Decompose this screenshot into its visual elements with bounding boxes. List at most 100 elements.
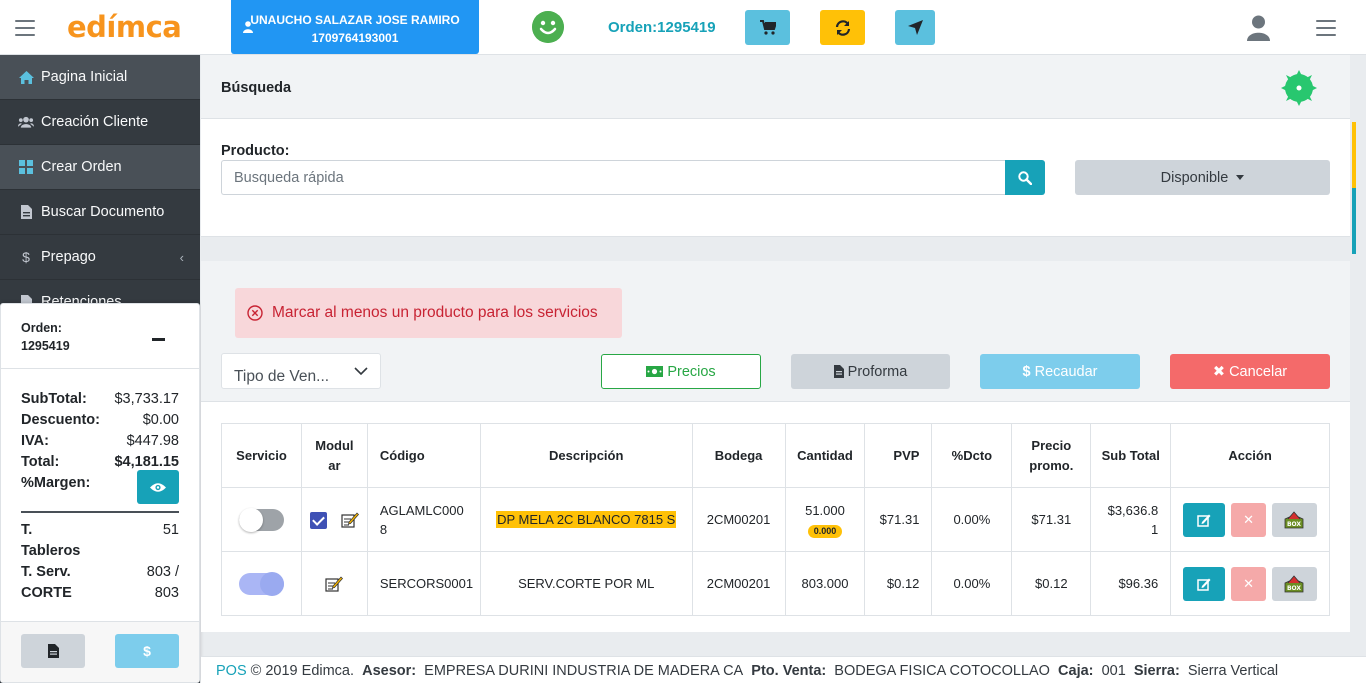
delete-button[interactable]: ✕	[1231, 566, 1267, 601]
collapse-minus-icon[interactable]	[152, 338, 165, 341]
dollar-icon: $	[1022, 363, 1031, 380]
footer: POS © 2019 Edimca. Asesor: EMPRESA DURIN…	[201, 656, 1366, 683]
codigo-cell: SERCORS0001	[366, 551, 481, 616]
options-menu-icon[interactable]	[1316, 20, 1336, 36]
user-badge[interactable]: UNAUCHO SALAZAR JOSE RAMIRO 170976419300…	[231, 0, 479, 54]
pay-button[interactable]: $	[115, 634, 179, 668]
tipo-venta-select[interactable]: Tipo de Ven...	[221, 353, 381, 389]
pos-link[interactable]: POS	[216, 663, 247, 679]
sidebar-item-buscar-documento[interactable]: Buscar Documento	[0, 190, 200, 235]
col-cantidad: Cantidad	[784, 423, 866, 488]
copyright: © 2019 Edimca.	[246, 663, 355, 679]
order-items-card: Marcar al menos un producto para los ser…	[201, 261, 1350, 632]
precios-button[interactable]: Precios	[601, 354, 761, 389]
top-navbar: edímca UNAUCHO SALAZAR JOSE RAMIRO 17097…	[0, 0, 1366, 55]
service-alert: Marcar al menos un producto para los ser…	[235, 288, 622, 338]
disponible-dropdown[interactable]: Disponible	[1075, 160, 1330, 195]
edit-note-icon[interactable]	[341, 511, 359, 529]
sync-button[interactable]	[820, 10, 865, 45]
send-location-button[interactable]	[895, 10, 935, 45]
col-codigo: Código	[366, 423, 481, 488]
sidebar-item-creacion-cliente[interactable]: Creación Cliente	[0, 100, 200, 145]
servicio-toggle[interactable]	[238, 571, 284, 596]
users-icon	[18, 114, 34, 130]
sidebar-item-label: Creación Cliente	[41, 114, 149, 130]
accion-cell: ✕ BOX	[1170, 487, 1330, 552]
caja-value: 001	[1101, 663, 1126, 679]
box-button[interactable]: BOX	[1271, 502, 1317, 537]
cart-button[interactable]	[745, 10, 790, 45]
recaudar-button[interactable]: $ Recaudar	[980, 354, 1140, 389]
sidebar-item-pagina-inicial[interactable]: Pagina Inicial	[0, 55, 200, 100]
saw-blade-icon	[1281, 70, 1317, 106]
pvp-cell: $0.12	[864, 551, 933, 616]
pvp-cell: $71.31	[864, 487, 933, 552]
sierra-value: Sierra Vertical	[1187, 663, 1279, 679]
search-button[interactable]	[1005, 160, 1045, 195]
dollar-icon: $	[143, 643, 151, 659]
user-avatar-icon[interactable]	[1247, 15, 1270, 41]
promo-cell: $71.31	[1011, 487, 1092, 552]
edit-button[interactable]	[1183, 566, 1226, 601]
producto-label: Producto:	[221, 143, 290, 159]
user-id: 1709764193001	[311, 31, 399, 45]
modular-checkbox[interactable]	[310, 511, 328, 529]
search-title: Búsqueda	[221, 80, 292, 96]
order-summary-header: Orden: 1295419	[1, 304, 199, 369]
box-icon: BOX	[1284, 574, 1304, 592]
sidebar-item-prepago[interactable]: $ Prepago ‹	[0, 235, 200, 280]
recaudar-label: Recaudar	[1034, 363, 1098, 380]
sidebar-item-crear-orden[interactable]: Crear Orden	[0, 145, 200, 190]
cancelar-button[interactable]: ✖ Cancelar	[1170, 354, 1330, 389]
product-search-input[interactable]	[221, 160, 1006, 195]
subtotal-cell: $3,636.8 1	[1090, 487, 1172, 552]
menu-toggle-icon[interactable]	[15, 20, 35, 36]
edit-icon	[1197, 514, 1211, 527]
orden-link[interactable]: Orden:1295419	[608, 19, 716, 36]
caja-label: Caja:	[1058, 663, 1094, 679]
edit-icon	[1197, 578, 1211, 591]
orden-label: Orden:	[21, 321, 62, 335]
delete-button[interactable]: ✕	[1231, 502, 1267, 537]
col-bodega: Bodega	[691, 423, 786, 488]
eye-icon	[150, 482, 166, 492]
asesor-label: Asesor:	[362, 663, 417, 679]
divider	[21, 511, 179, 513]
cancelar-label: Cancelar	[1229, 363, 1288, 380]
table-header-row: Servicio Modul ar Código Descripción Bode…	[221, 423, 1330, 488]
sidebar-item-label: Pagina Inicial	[41, 69, 128, 85]
document-button[interactable]	[21, 634, 85, 668]
money-icon	[646, 366, 664, 377]
subtotal-cell: $96.36	[1090, 551, 1172, 616]
sidebar-item-label: Buscar Documento	[41, 204, 165, 220]
edit-note-icon[interactable]	[325, 575, 344, 593]
close-icon: ✕	[1243, 576, 1255, 591]
bodega-cell: 2CM00201	[691, 551, 786, 616]
proforma-label: Proforma	[847, 363, 908, 380]
user-name: UNAUCHO SALAZAR JOSE RAMIRO	[250, 13, 460, 27]
location-arrow-icon	[907, 20, 923, 35]
cantidad-cell: 803.000	[784, 551, 866, 616]
sierra-label: Sierra:	[1133, 663, 1180, 679]
edit-button[interactable]	[1183, 502, 1226, 537]
table-row: AGLAMLC000 8 DP MELA 2C BLANCO 7815 S 2CM…	[221, 487, 1330, 552]
caret-down-icon	[1236, 175, 1245, 180]
dollar-icon: $	[22, 249, 30, 265]
col-accion: Acción	[1170, 423, 1330, 488]
alert-text: Marcar al menos un producto para los ser…	[272, 304, 598, 321]
col-pvp: PVP	[864, 423, 933, 488]
descuento-row: Descuento: $0.00	[21, 412, 179, 428]
document-icon	[18, 204, 34, 220]
search-card-header: Búsqueda	[201, 55, 1350, 119]
chevron-down-icon	[354, 367, 368, 376]
show-margin-button[interactable]	[137, 470, 179, 504]
svg-text:BOX: BOX	[1287, 521, 1301, 528]
pto-venta-label: Pto. Venta:	[751, 663, 827, 679]
file-icon	[833, 365, 844, 378]
proforma-button[interactable]: Proforma	[791, 354, 950, 389]
user-icon	[243, 21, 253, 33]
home-icon	[18, 69, 34, 85]
col-descripcion: Descripción	[479, 423, 693, 488]
servicio-toggle[interactable]	[238, 507, 284, 532]
box-button[interactable]: BOX	[1271, 566, 1317, 601]
